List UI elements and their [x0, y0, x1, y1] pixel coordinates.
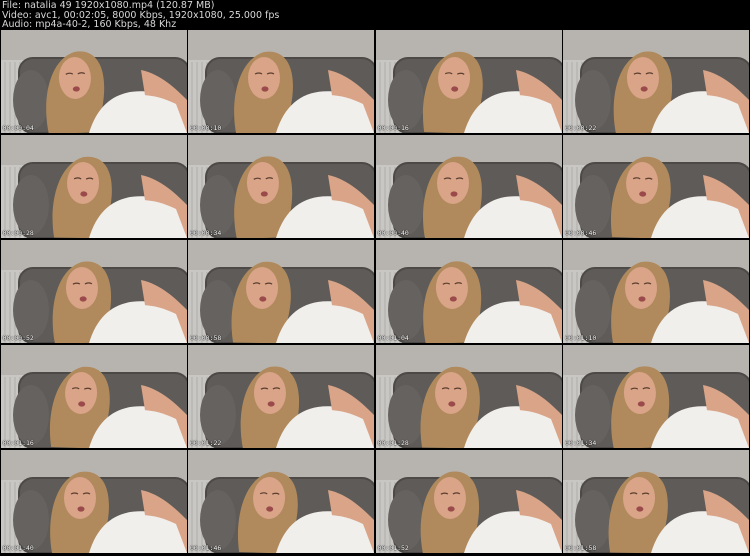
frame-image — [375, 135, 562, 238]
frame-image — [0, 345, 187, 448]
frame-timestamp: 00:01:16 — [2, 439, 34, 447]
frame-image — [563, 135, 749, 238]
frame-timestamp: 00:00:28 — [2, 229, 34, 237]
video-thumbnail: 00:01:34 — [563, 345, 749, 448]
frame-timestamp: 00:00:16 — [377, 124, 409, 132]
frame-image — [375, 450, 562, 553]
frame-timestamp: 00:01:04 — [377, 334, 409, 342]
video-thumbnail: 00:00:04 — [0, 30, 187, 133]
frame-timestamp: 00:01:22 — [190, 439, 222, 447]
frame-timestamp: 00:01:34 — [565, 439, 597, 447]
thumbnail-grid: 00:00:04 00:00:10 00:00:16 00:00:22 00:00:28… — [0, 30, 750, 556]
video-thumbnail: 00:01:40 — [0, 450, 187, 553]
video-thumbnail: 00:00:10 — [188, 30, 374, 133]
frame-image — [188, 240, 374, 343]
frame-image — [563, 345, 749, 448]
video-thumbnail: 00:01:28 — [375, 345, 562, 448]
video-thumbnail: 00:00:16 — [375, 30, 562, 133]
frame-image — [188, 450, 374, 553]
frame-timestamp: 00:00:52 — [2, 334, 34, 342]
frame-image — [375, 30, 562, 133]
video-thumbnail: 00:00:34 — [188, 135, 374, 238]
frame-image — [0, 30, 187, 133]
video-thumbnail: 00:00:28 — [0, 135, 187, 238]
frame-timestamp: 00:01:52 — [377, 544, 409, 552]
frame-timestamp: 00:00:10 — [190, 124, 222, 132]
video-thumbnail: 00:00:58 — [188, 240, 374, 343]
frame-timestamp: 00:00:22 — [565, 124, 597, 132]
frame-image — [188, 135, 374, 238]
frame-timestamp: 00:01:58 — [565, 544, 597, 552]
frame-image — [0, 240, 187, 343]
video-thumbnail: 00:01:16 — [0, 345, 187, 448]
frame-image — [563, 450, 749, 553]
video-thumbnail: 00:01:58 — [563, 450, 749, 553]
video-thumbnail: 00:01:10 — [563, 240, 749, 343]
frame-timestamp: 00:00:40 — [377, 229, 409, 237]
video-thumbnail: 00:00:22 — [563, 30, 749, 133]
frame-timestamp: 00:01:28 — [377, 439, 409, 447]
video-thumbnail: 00:00:40 — [375, 135, 562, 238]
frame-timestamp: 00:01:10 — [565, 334, 597, 342]
frame-timestamp: 00:00:58 — [190, 334, 222, 342]
frame-image — [563, 30, 749, 133]
video-thumbnail: 00:00:52 — [0, 240, 187, 343]
video-thumbnail: 00:00:46 — [563, 135, 749, 238]
audio-line: Audio: mp4a-40-2, 160 Kbps, 48 Khz — [2, 19, 177, 31]
frame-image — [188, 345, 374, 448]
frame-timestamp: 00:01:40 — [2, 544, 34, 552]
frame-timestamp: 00:00:04 — [2, 124, 34, 132]
file-info-header: File: natalia 49 1920x1080.mp4 (120.87 M… — [2, 1, 742, 30]
frame-timestamp: 00:00:34 — [190, 229, 222, 237]
frame-image — [188, 30, 374, 133]
frame-image — [375, 345, 562, 448]
video-thumbnail: 00:01:52 — [375, 450, 562, 553]
frame-image — [0, 135, 187, 238]
frame-image — [0, 450, 187, 553]
frame-timestamp: 00:01:46 — [190, 544, 222, 552]
video-thumbnail: 00:01:04 — [375, 240, 562, 343]
video-thumbnail: 00:01:22 — [188, 345, 374, 448]
video-thumbnail: 00:01:46 — [188, 450, 374, 553]
frame-image — [563, 240, 749, 343]
frame-timestamp: 00:00:46 — [565, 229, 597, 237]
frame-image — [375, 240, 562, 343]
